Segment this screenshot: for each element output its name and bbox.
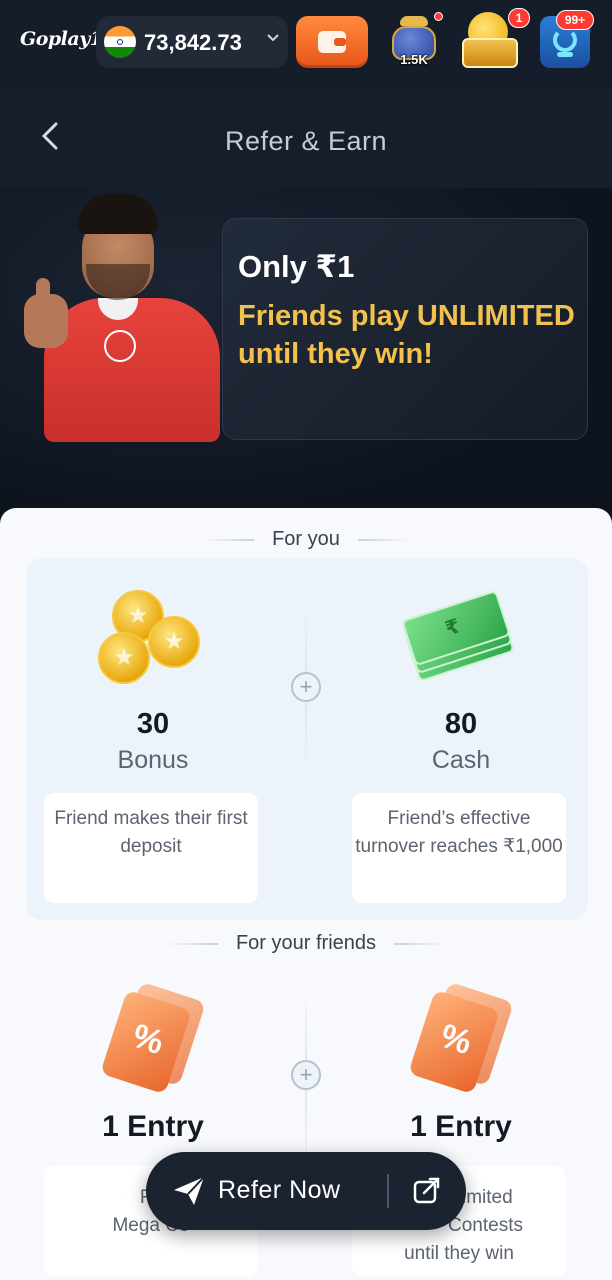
bonus-value: 30 (136, 708, 170, 740)
friend-entry-right: 1 Entry (348, 981, 574, 1143)
cash-value: 80 (444, 708, 478, 740)
headset-icon (553, 28, 577, 52)
divider (387, 1174, 389, 1208)
pot-icon (400, 16, 428, 26)
bonus-label: Bonus (117, 746, 189, 774)
promo-price: Only ₹1 (238, 249, 355, 284)
promo-card: Only ₹1 Friends play UNLIMITED until the… (222, 218, 588, 440)
top-bar: Goplay11 73,842.73 1.5K 1 99+ (0, 0, 612, 92)
support-button[interactable]: 99+ (540, 10, 594, 68)
cash-label: Cash (431, 746, 491, 774)
promo-tagline: Friends play UNLIMITED until they win! (238, 300, 575, 370)
balance-amount: 73,842.73 (144, 30, 242, 55)
support-badge: 99+ (556, 10, 594, 30)
plus-icon: + (291, 1060, 321, 1090)
ambassador-image (20, 194, 220, 442)
wallet-icon (318, 31, 346, 53)
hero-banner: Only ₹1 Friends play UNLIMITED until the… (0, 188, 612, 518)
india-flag-icon (104, 26, 136, 58)
page-header: Refer & Earn (0, 92, 612, 188)
discount-ticket-icon (408, 981, 514, 1095)
refer-now-button[interactable]: Refer Now (218, 1176, 341, 1205)
share-icon[interactable] (412, 1176, 442, 1206)
cash-condition: Friend’s effective turnover reaches ₹1,0… (352, 793, 566, 903)
refer-now-bar: Refer Now (146, 1152, 466, 1230)
discount-ticket-icon (100, 981, 206, 1095)
cash-stack-icon (401, 589, 522, 683)
chevron-down-icon (266, 31, 280, 50)
gold-coins-icon (98, 590, 208, 690)
plus-icon: + (291, 672, 321, 702)
send-icon[interactable] (170, 1172, 208, 1210)
for-you-heading: For you (0, 528, 612, 551)
page-title: Refer & Earn (224, 126, 388, 156)
entry-value: 1 Entry (410, 1110, 512, 1143)
bonus-condition: Friend makes their first deposit (44, 793, 258, 903)
chest-badge: 1 (508, 8, 530, 28)
entry-value: 1 Entry (102, 1110, 204, 1143)
rewards-chest-button[interactable]: 1 (460, 8, 530, 70)
friend-entry-left: 1 Entry (40, 981, 266, 1143)
jackpot-pot-button[interactable]: 1.5K (386, 12, 443, 70)
balance-pill[interactable]: 73,842.73 (96, 16, 288, 68)
notification-dot (434, 12, 443, 21)
for-friends-heading: For your friends (0, 932, 612, 955)
wallet-button[interactable] (296, 16, 368, 68)
pot-amount: 1.5K (400, 52, 428, 67)
